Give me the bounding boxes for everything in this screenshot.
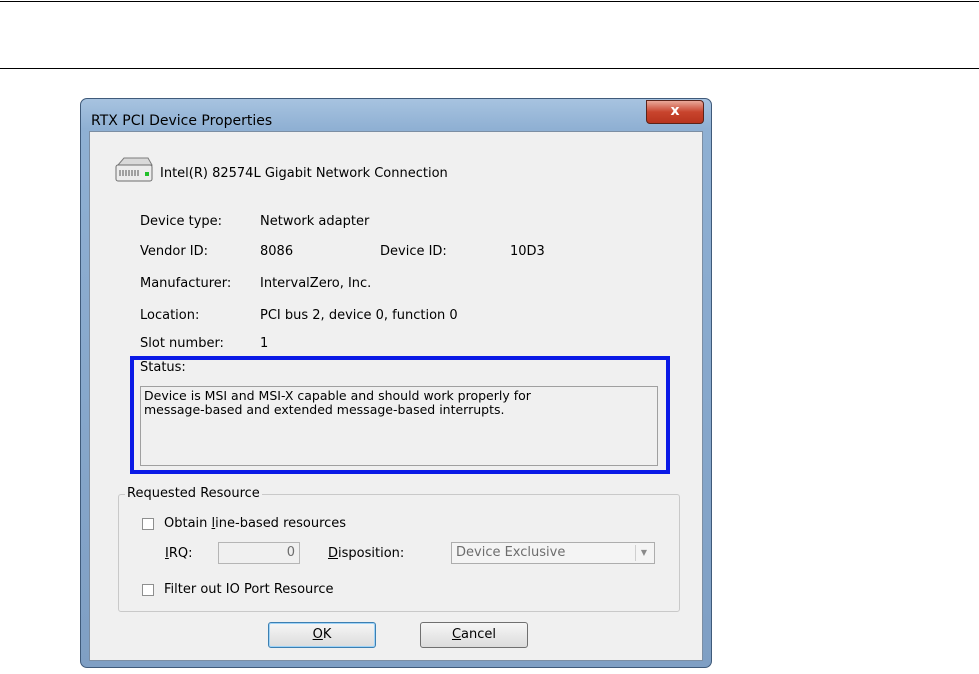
- chevron-down-icon[interactable]: ▼: [635, 545, 652, 561]
- location-label: Location:: [140, 308, 200, 323]
- device-name: Intel(R) 82574L Gigabit Network Connecti…: [160, 166, 448, 181]
- slot-number-value: 1: [260, 336, 269, 351]
- irq-label-post: RQ:: [168, 546, 193, 561]
- filter-io-port-checkbox[interactable]: [142, 584, 154, 596]
- top-rule: [0, 1, 979, 2]
- disposition-label-accelerator: D: [328, 546, 339, 561]
- cancel-button[interactable]: Cancel: [420, 622, 528, 648]
- irq-input[interactable]: 0: [218, 542, 300, 564]
- device-type-label: Device type:: [140, 214, 223, 229]
- obtain-line-based-checkbox[interactable]: [142, 518, 154, 530]
- obtain-label-pre: Obtain: [164, 516, 212, 531]
- obtain-label-post: ine-based resources: [215, 516, 347, 531]
- device-properties-dialog: RTX PCI Device Properties x Intel(R) 825…: [80, 98, 712, 668]
- cancel-label-post: ancel: [461, 627, 497, 642]
- device-type-value: Network adapter: [260, 214, 370, 229]
- dialog-client-area: Intel(R) 82574L Gigabit Network Connecti…: [89, 131, 703, 661]
- ok-label-post: K: [322, 627, 332, 642]
- device-id-label: Device ID:: [380, 244, 447, 259]
- manufacturer-label: Manufacturer:: [140, 276, 232, 291]
- network-adapter-icon: [115, 157, 153, 182]
- disposition-label-post: isposition:: [338, 546, 405, 561]
- status-highlight-box: Device is MSI and MSI-X capable and shou…: [130, 356, 670, 474]
- disposition-label: Disposition:: [328, 546, 404, 561]
- window-title: RTX PCI Device Properties: [91, 113, 273, 129]
- disposition-selected-value: Device Exclusive: [456, 545, 566, 560]
- filter-io-port-label[interactable]: Filter out IO Port Resource: [164, 582, 333, 597]
- requested-resource-label: Requested Resource: [125, 486, 262, 501]
- irq-label: IRQ:: [165, 546, 193, 561]
- ok-button[interactable]: OK: [268, 622, 376, 648]
- obtain-line-based-label[interactable]: Obtain line-based resources: [164, 516, 346, 531]
- ok-accelerator: O: [312, 627, 323, 642]
- slot-number-label: Slot number:: [140, 336, 224, 351]
- manufacturer-value: IntervalZero, Inc.: [260, 276, 372, 291]
- device-id-value: 10D3: [510, 244, 545, 259]
- status-textarea[interactable]: Device is MSI and MSI-X capable and shou…: [140, 386, 658, 466]
- location-value: PCI bus 2, device 0, function 0: [260, 308, 458, 323]
- disposition-select[interactable]: Device Exclusive ▼: [451, 542, 655, 564]
- vendor-id-label: Vendor ID:: [140, 244, 209, 259]
- cancel-accelerator: C: [451, 627, 462, 642]
- header-rule: [0, 68, 979, 69]
- close-button[interactable]: x: [646, 100, 704, 124]
- vendor-id-value: 8086: [260, 244, 294, 259]
